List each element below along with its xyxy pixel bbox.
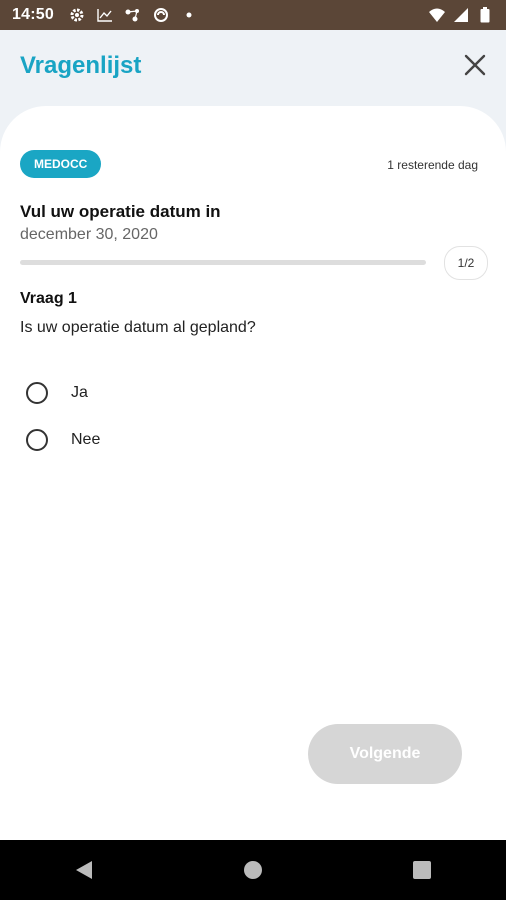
chart-icon <box>96 6 114 24</box>
step-indicator: 1/2 <box>444 246 488 280</box>
recents-button[interactable] <box>402 850 442 890</box>
home-button[interactable] <box>233 850 273 890</box>
status-notification-icons <box>68 6 198 24</box>
app-bar: Vragenlijst <box>0 30 506 102</box>
wifi-icon <box>428 6 446 24</box>
sync-icon <box>152 6 170 24</box>
system-nav-bar <box>0 840 506 900</box>
back-button[interactable] <box>64 850 104 890</box>
questionnaire-card: MEDOCC 1 resterende dag Vul uw operatie … <box>0 106 506 840</box>
radio-button[interactable] <box>26 382 48 404</box>
questionnaire-date: december 30, 2020 <box>20 226 158 243</box>
remaining-days-label: 1 resterende dag <box>387 158 478 172</box>
status-time: 14:50 <box>12 6 54 23</box>
next-button[interactable]: Volgende <box>308 724 462 784</box>
option-label: Nee <box>71 431 101 448</box>
recents-icon <box>412 861 431 879</box>
option-ja[interactable]: Ja <box>26 382 88 404</box>
option-label: Ja <box>71 384 88 401</box>
signal-icon <box>452 6 470 24</box>
close-button[interactable] <box>462 52 488 78</box>
page-title: Vragenlijst <box>20 52 142 79</box>
question-number: Vraag 1 <box>20 290 77 307</box>
battery-icon <box>476 6 494 24</box>
status-bar: 14:50 <box>0 0 506 30</box>
option-nee[interactable]: Nee <box>26 429 100 451</box>
radio-button[interactable] <box>26 429 48 451</box>
status-system-icons <box>428 6 494 24</box>
connection-icon <box>124 6 142 24</box>
organization-badge: MEDOCC <box>20 150 102 178</box>
settings-icon <box>68 6 86 24</box>
question-text: Is uw operatie datum al gepland? <box>20 319 256 336</box>
questionnaire-title: Vul uw operatie datum in <box>20 202 221 221</box>
progress-bar <box>20 260 426 265</box>
home-icon <box>243 861 262 879</box>
dot-icon <box>180 6 198 24</box>
back-icon <box>76 861 93 879</box>
close-icon <box>464 54 486 76</box>
